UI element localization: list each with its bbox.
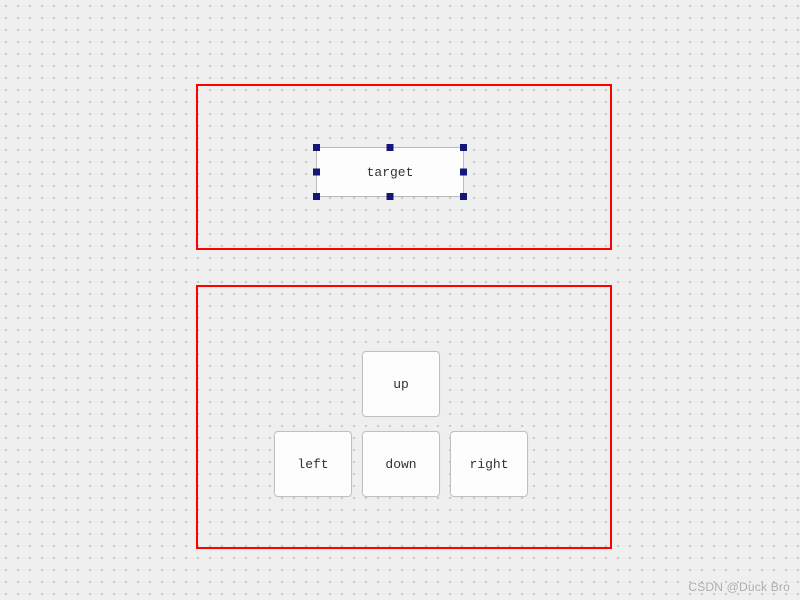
left-button[interactable]: left (274, 431, 352, 497)
down-button-label: down (385, 457, 416, 472)
target-widget[interactable]: target (316, 147, 464, 197)
target-label: target (367, 165, 414, 180)
resize-handle-middle-left[interactable] (313, 169, 320, 176)
left-button-label: left (297, 457, 328, 472)
up-button-label: up (393, 377, 409, 392)
resize-handle-bottom-right[interactable] (460, 193, 467, 200)
up-button[interactable]: up (362, 351, 440, 417)
watermark: CSDN @Duck Bro (688, 580, 790, 594)
resize-handle-top-center[interactable] (387, 144, 394, 151)
down-button[interactable]: down (362, 431, 440, 497)
resize-handle-bottom-left[interactable] (313, 193, 320, 200)
resize-handle-middle-right[interactable] (460, 169, 467, 176)
bottom-container (196, 285, 612, 549)
resize-handle-top-left[interactable] (313, 144, 320, 151)
resize-handle-top-right[interactable] (460, 144, 467, 151)
resize-handle-bottom-center[interactable] (387, 193, 394, 200)
right-button-label: right (469, 457, 508, 472)
right-button[interactable]: right (450, 431, 528, 497)
